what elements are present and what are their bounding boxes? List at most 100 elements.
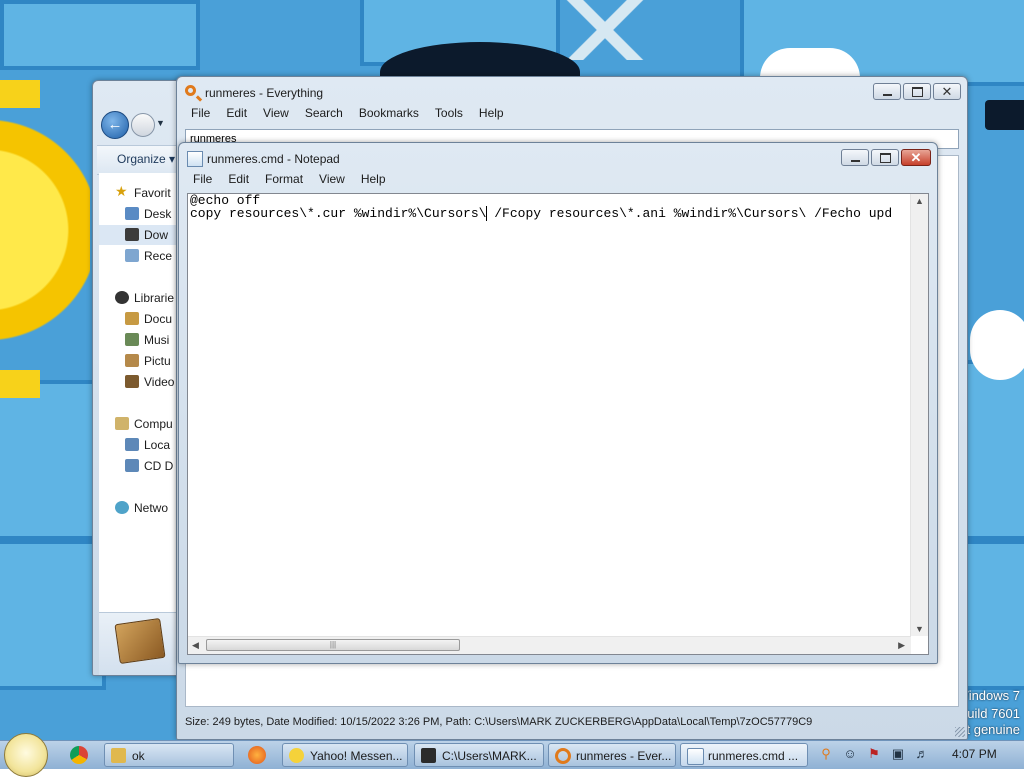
nav-item-label: Dow: [144, 228, 169, 242]
menu-bar: File Edit View Search Bookmarks Tools He…: [183, 105, 961, 121]
windows-genuine-text: t genuine: [966, 722, 1021, 737]
scroll-up-icon[interactable]: ▲: [915, 196, 924, 206]
nav-item-label: Loca: [144, 438, 171, 452]
nav-item-label: Docu: [144, 312, 173, 326]
libraries-icon: [115, 291, 129, 304]
volume-icon[interactable]: ♬: [914, 746, 930, 762]
minimize-button[interactable]: [873, 83, 901, 100]
menu-edit[interactable]: Edit: [220, 171, 257, 187]
back-button[interactable]: ←: [101, 111, 129, 139]
messenger-tray-icon[interactable]: ☺: [842, 746, 858, 762]
local-disk-icon: [125, 438, 139, 451]
7zip-icon: [421, 748, 436, 763]
minimize-icon: [850, 159, 860, 162]
start-button[interactable]: [4, 733, 48, 777]
maximize-button[interactable]: [903, 83, 931, 100]
notepad-icon: [187, 151, 203, 167]
taskbar-button-everything[interactable]: runmeres - Ever...: [548, 743, 676, 767]
notepad-titlebar[interactable]: runmeres.cmd - Notepad ✕: [179, 143, 937, 173]
star-icon: ★: [115, 183, 128, 199]
network-icon: [115, 501, 129, 514]
scroll-down-icon[interactable]: ▼: [915, 624, 924, 634]
pictures-icon: [125, 354, 139, 367]
taskbar-button-label: runmeres - Ever...: [576, 749, 672, 763]
menu-bookmarks[interactable]: Bookmarks: [351, 105, 427, 121]
menu-format[interactable]: Format: [257, 171, 311, 187]
close-button[interactable]: ✕: [933, 83, 961, 100]
close-icon: ✕: [910, 150, 922, 165]
everything-tray-icon[interactable]: ⚲: [818, 746, 834, 762]
wallpaper-x-mark: [560, 0, 650, 60]
menu-help[interactable]: Help: [353, 171, 394, 187]
nav-item-label: Musi: [144, 333, 170, 347]
menu-file[interactable]: File: [185, 171, 220, 187]
nav-item-label: CD D: [144, 459, 174, 473]
desktop-icon: [125, 207, 139, 220]
window-title: runmeres - Everything: [205, 86, 324, 100]
close-button[interactable]: ✕: [901, 149, 931, 166]
status-bar: Size: 249 bytes, Date Modified: 10/15/20…: [185, 716, 813, 728]
maximize-icon: [879, 152, 891, 163]
menu-file[interactable]: File: [183, 105, 218, 121]
i-beam-cursor-icon: [486, 206, 487, 221]
taskbar-button-folder[interactable]: ok: [104, 743, 234, 767]
taskbar-button-yahoo-messenger[interactable]: Yahoo! Messen...: [282, 743, 408, 767]
folder-icon: [111, 748, 126, 763]
editor-text[interactable]: @echo off copy resources\*.cur %windir%\C…: [190, 194, 910, 636]
maximize-button[interactable]: [871, 149, 899, 166]
wallpaper-tile: [0, 380, 106, 540]
firefox-icon[interactable]: [248, 746, 266, 764]
nav-item-label: Librarie: [134, 291, 175, 305]
sun-ray: [0, 80, 40, 108]
taskbar-button-label: ok: [132, 749, 145, 763]
forward-button[interactable]: [131, 113, 155, 137]
menu-tools[interactable]: Tools: [427, 105, 471, 121]
scroll-left-icon[interactable]: ◀: [192, 640, 199, 651]
minimize-icon: [882, 93, 892, 96]
network-tray-icon[interactable]: ▣: [890, 746, 906, 762]
notepad-icon: [687, 748, 704, 765]
menu-bar: File Edit Format View Help: [185, 171, 931, 187]
menu-edit[interactable]: Edit: [218, 105, 255, 121]
recent-pages-dropdown-icon[interactable]: ▼: [156, 118, 165, 128]
taskbar-clock[interactable]: 4:07 PM: [952, 747, 997, 761]
archive-file-icon: [114, 617, 166, 665]
notepad-window[interactable]: runmeres.cmd - Notepad ✕ File Edit Forma…: [178, 142, 938, 664]
nav-item-label: Video: [144, 375, 175, 389]
text-line: copy resources\*.cur %windir%\Cursors\ /…: [190, 206, 893, 221]
taskbar-button-label: C:\Users\MARK...: [442, 749, 537, 763]
videos-icon: [125, 375, 139, 388]
taskbar-button-label: runmeres.cmd ...: [708, 749, 799, 763]
menu-view[interactable]: View: [311, 171, 353, 187]
scroll-right-icon[interactable]: ▶: [898, 640, 905, 651]
taskbar-button-7zip[interactable]: C:\Users\MARK...: [414, 743, 544, 767]
text-editor[interactable]: @echo off copy resources\*.cur %windir%\C…: [187, 193, 929, 655]
action-center-flag-icon[interactable]: ⚑: [866, 746, 882, 762]
maximize-icon: [911, 86, 923, 97]
menu-search[interactable]: Search: [297, 105, 351, 121]
menu-view[interactable]: View: [255, 105, 297, 121]
wallpaper-dark-shape: [985, 100, 1024, 130]
minimize-button[interactable]: [841, 149, 869, 166]
music-icon: [125, 333, 139, 346]
horizontal-scrollbar[interactable]: ◀ ||| ▶: [188, 636, 911, 654]
recent-places-icon: [125, 249, 139, 262]
downloads-icon: [125, 228, 139, 241]
wallpaper-cloud: [970, 310, 1024, 380]
wallpaper-tile: [0, 540, 106, 690]
organize-button[interactable]: Organize ▾: [117, 152, 175, 166]
chrome-icon[interactable]: [70, 746, 88, 764]
resize-grip[interactable]: [955, 727, 965, 737]
menu-help[interactable]: Help: [471, 105, 512, 121]
vertical-scrollbar[interactable]: ▲ ▼: [910, 194, 928, 636]
taskbar: ok Yahoo! Messen... C:\Users\MARK... run…: [0, 733, 1024, 777]
taskbar-button-label: Yahoo! Messen...: [310, 749, 403, 763]
everything-titlebar[interactable]: runmeres - Everything ✕: [177, 77, 967, 107]
nav-item-label: Compu: [134, 417, 173, 431]
sun-ray: [0, 370, 40, 398]
horizontal-scroll-thumb[interactable]: |||: [206, 639, 460, 651]
everything-icon: [555, 748, 571, 764]
sun-graphic: [0, 60, 90, 400]
taskbar-button-notepad[interactable]: runmeres.cmd ...: [680, 743, 808, 767]
nav-item-label: Netwo: [134, 501, 169, 515]
